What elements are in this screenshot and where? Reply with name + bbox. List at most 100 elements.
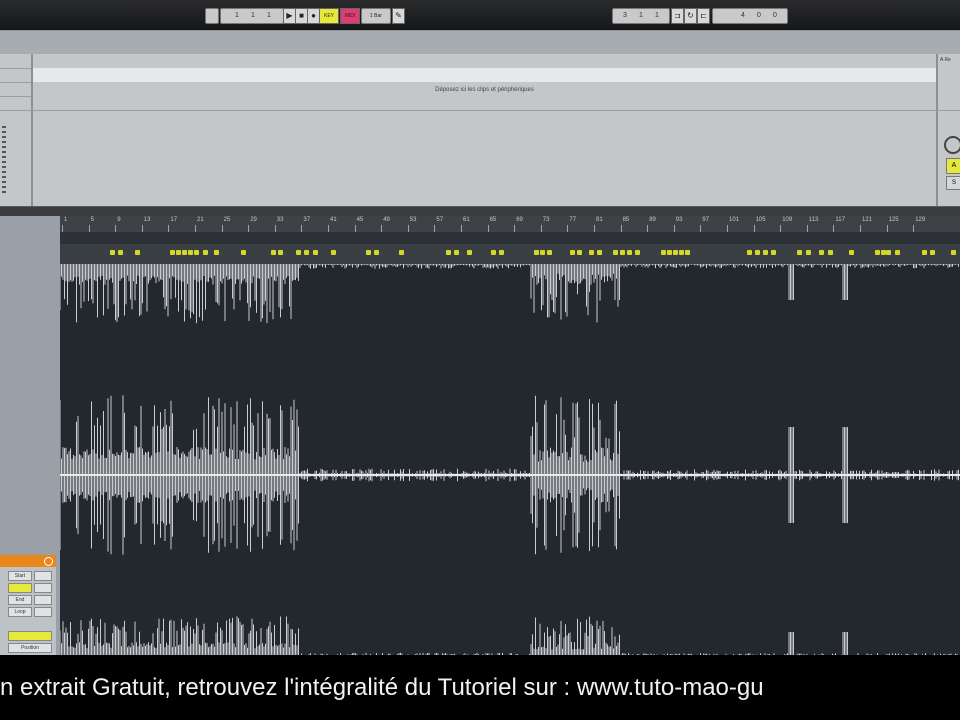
warp-marker[interactable]: [454, 250, 459, 255]
warp-marker[interactable]: [763, 250, 768, 255]
ruler-label: 57: [436, 217, 444, 223]
end-value[interactable]: [34, 583, 52, 593]
warp-marker[interactable]: [547, 250, 552, 255]
warp-marker[interactable]: [849, 250, 854, 255]
warp-marker[interactable]: [673, 250, 678, 255]
loop-start-sixteenth: 1: [655, 12, 659, 19]
warp-marker[interactable]: [271, 250, 276, 255]
level-meter: [2, 126, 6, 196]
warp-marker[interactable]: [771, 250, 776, 255]
warp-marker[interactable]: [203, 250, 208, 255]
ruler-tick: [727, 225, 728, 232]
warp-marker[interactable]: [534, 250, 539, 255]
warp-marker[interactable]: [118, 250, 123, 255]
ruler-label: 113: [808, 217, 819, 223]
midi-map-button[interactable]: MIDI: [340, 8, 360, 24]
ruler-tick: [115, 225, 117, 232]
warp-marker[interactable]: [304, 250, 309, 255]
clip-activator-icon[interactable]: [44, 557, 53, 566]
clip-properties-panel: Start End Loop Position: [0, 555, 56, 655]
warp-button[interactable]: [8, 583, 32, 593]
back-button[interactable]: [205, 8, 219, 24]
warp-marker[interactable]: [806, 250, 811, 255]
ruler-tick: [248, 225, 250, 232]
warp-marker[interactable]: [214, 250, 219, 255]
pencil-icon[interactable]: ✎: [392, 8, 405, 24]
warp-marker[interactable]: [374, 250, 379, 255]
warp-marker[interactable]: [661, 250, 666, 255]
loop-toggle-button[interactable]: [8, 631, 52, 641]
warp-marker[interactable]: [491, 250, 496, 255]
ruler-tick: [195, 225, 196, 232]
warp-marker[interactable]: [922, 250, 927, 255]
song-position-display[interactable]: 1 1 1: [220, 8, 284, 24]
warp-marker[interactable]: [667, 250, 672, 255]
ruler-label: 41: [330, 217, 337, 223]
drop-zone-text: Déposez ici les clips et périphériques: [435, 87, 534, 93]
pan-knob-icon[interactable]: [944, 136, 960, 154]
loop-length-sixteenth: 0: [773, 12, 777, 19]
punch-out-icon[interactable]: ⊏: [697, 8, 710, 24]
warp-marker[interactable]: [747, 250, 752, 255]
punch-in-icon[interactable]: ⊐: [671, 8, 684, 24]
quantize-selector[interactable]: 1 Bar: [361, 8, 391, 24]
warp-marker[interactable]: [627, 250, 632, 255]
warp-marker[interactable]: [188, 250, 193, 255]
warp-marker[interactable]: [170, 250, 175, 255]
warp-marker[interactable]: [399, 250, 404, 255]
loop-start-display[interactable]: 3 1 1: [612, 8, 670, 24]
track-activator-button[interactable]: A: [946, 158, 960, 174]
ruler-label: 93: [675, 217, 683, 223]
warp-marker[interactable]: [296, 250, 301, 255]
warp-marker[interactable]: [886, 250, 891, 255]
sample-waveform-display[interactable]: [59, 264, 960, 696]
warp-marker[interactable]: [797, 250, 802, 255]
timeline-ruler[interactable]: 1 5 9 13 17 21 25 29 33 37 41 45 49 53 57 61 65 69 73 77 81 8…: [60, 216, 960, 233]
warp-marker[interactable]: [570, 250, 575, 255]
ruler-tick: [461, 225, 462, 232]
warp-marker[interactable]: [613, 250, 618, 255]
clip-title-bar[interactable]: [0, 555, 56, 567]
warp-marker-lane[interactable]: [60, 244, 960, 264]
warp-marker[interactable]: [366, 250, 371, 255]
warp-marker[interactable]: [577, 250, 582, 255]
warp-marker[interactable]: [499, 250, 504, 255]
warp-marker[interactable]: [241, 250, 246, 255]
row-line: [0, 96, 31, 97]
warp-marker[interactable]: [951, 250, 956, 255]
loop-icon[interactable]: ↻: [684, 8, 697, 24]
warp-marker[interactable]: [313, 250, 318, 255]
warp-marker[interactable]: [110, 250, 115, 255]
ruler-tick: [833, 225, 835, 232]
warp-marker[interactable]: [540, 250, 545, 255]
warp-marker[interactable]: [597, 250, 602, 255]
warp-marker[interactable]: [182, 250, 187, 255]
warp-marker[interactable]: [755, 250, 760, 255]
warp-marker[interactable]: [875, 250, 880, 255]
ruler-label: 77: [569, 217, 577, 223]
warp-marker[interactable]: [467, 250, 472, 255]
warp-marker[interactable]: [176, 250, 181, 255]
warp-marker[interactable]: [620, 250, 625, 255]
ruler-label: 61: [463, 217, 470, 223]
solo-button[interactable]: S: [946, 176, 960, 190]
warp-marker[interactable]: [635, 250, 640, 255]
warp-marker[interactable]: [589, 250, 594, 255]
warp-marker[interactable]: [819, 250, 824, 255]
warp-marker[interactable]: [331, 250, 336, 255]
loop-length-display[interactable]: 4 0 0: [712, 8, 788, 24]
key-map-button[interactable]: KEY: [319, 8, 339, 24]
warp-marker[interactable]: [135, 250, 140, 255]
warp-marker[interactable]: [685, 250, 690, 255]
warp-marker[interactable]: [278, 250, 283, 255]
warp-marker[interactable]: [679, 250, 684, 255]
warp-marker[interactable]: [446, 250, 451, 255]
drop-zone-row[interactable]: [33, 68, 936, 82]
start-value[interactable]: [34, 571, 52, 581]
warp-marker[interactable]: [895, 250, 900, 255]
warp-marker[interactable]: [194, 250, 199, 255]
warp-marker[interactable]: [828, 250, 833, 255]
warp-marker[interactable]: [930, 250, 935, 255]
loop-value[interactable]: [34, 595, 52, 605]
length-value[interactable]: [34, 607, 52, 617]
